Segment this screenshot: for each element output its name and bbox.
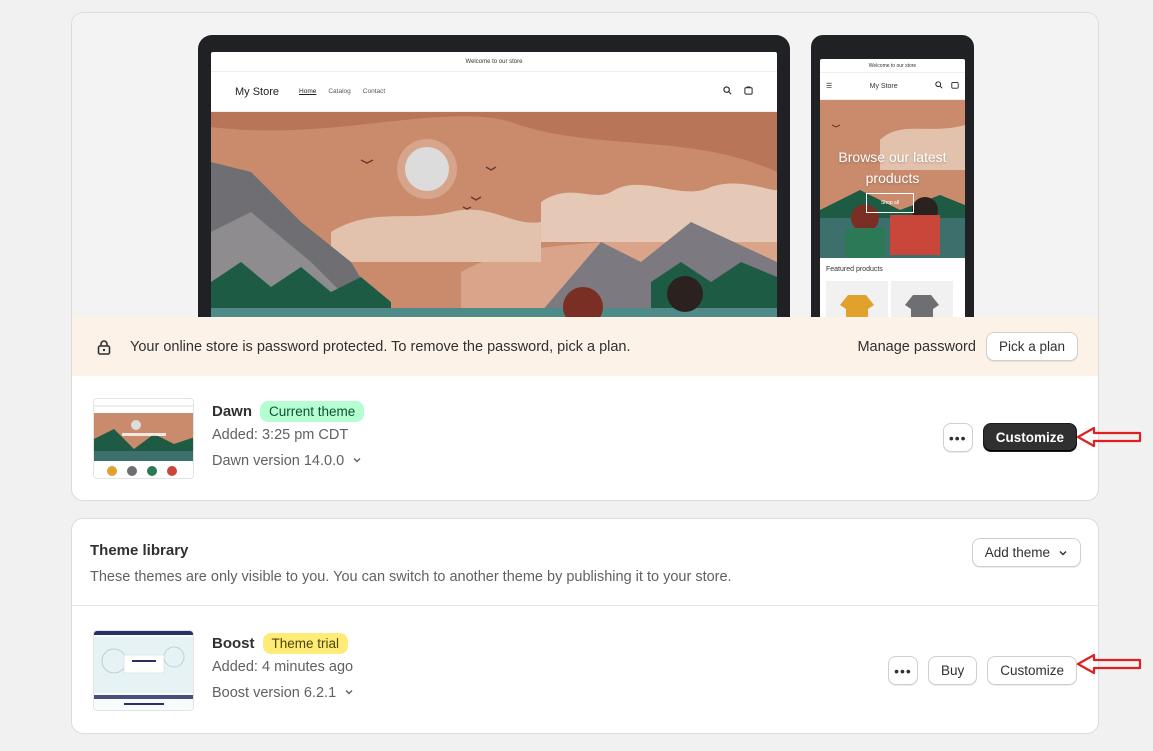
chevron-down-icon: [352, 453, 362, 469]
mobile-shop-all-button: Shop all: [866, 193, 914, 213]
product-card: [891, 281, 953, 317]
hero-illustration: [211, 112, 777, 317]
mobile-hero: Browse our latest products Shop all: [820, 100, 965, 258]
nav-contact: Contact: [362, 88, 386, 95]
red-arrow-icon: [1076, 426, 1142, 448]
password-banner: Your online store is password protected.…: [72, 317, 1098, 376]
theme-library-description: These themes are only visible to you. Yo…: [90, 569, 732, 585]
password-message: Your online store is password protected.…: [130, 338, 631, 355]
cart-icon: [744, 86, 753, 97]
theme-version-label: Boost version 6.2.1: [212, 685, 337, 701]
store-header: My Store Home Catalog Contact: [211, 72, 777, 112]
lock-icon: [96, 339, 112, 355]
nav-home: Home: [299, 88, 317, 95]
search-icon: [723, 86, 732, 97]
store-nav: Home Catalog Contact: [299, 88, 385, 95]
store-logo: My Store: [235, 85, 280, 98]
theme-library-card: Theme library These themes are only visi…: [71, 518, 1099, 734]
theme-trial-badge: Theme trial: [262, 632, 349, 654]
theme-added-time: Added: 3:25 pm CDT: [212, 427, 349, 443]
mobile-store-header: ☰ My Store: [820, 73, 965, 100]
theme-name: Boost: [212, 634, 255, 652]
theme-version-dropdown[interactable]: Dawn version 14.0.0: [212, 453, 364, 469]
red-arrow-icon: [1076, 653, 1142, 675]
pick-a-plan-button[interactable]: Pick a plan: [985, 332, 1078, 361]
mobile-search-icon: [935, 81, 943, 91]
add-theme-button[interactable]: Add theme: [971, 538, 1081, 567]
mobile-announcement-bar: Welcome to our store: [820, 59, 965, 73]
theme-preview: Welcome to our store My Store Home Catal…: [72, 13, 1098, 317]
theme-added-time: Added: 4 minutes ago: [212, 659, 354, 675]
customize-button[interactable]: Customize: [982, 423, 1077, 452]
current-theme-card: Welcome to our store My Store Home Catal…: [71, 12, 1099, 501]
customize-button[interactable]: Customize: [987, 656, 1077, 685]
more-actions-button[interactable]: •••: [887, 656, 918, 685]
product-card: [826, 281, 888, 317]
more-actions-button[interactable]: •••: [942, 423, 973, 452]
manage-password-link[interactable]: Manage password: [857, 339, 976, 355]
boost-theme-thumbnail: [93, 630, 194, 711]
current-theme-badge: Current theme: [260, 400, 365, 422]
mobile-hero-heading: Browse our latest products: [838, 149, 947, 186]
theme-library-title: Theme library: [90, 542, 189, 559]
theme-version-dropdown[interactable]: Boost version 6.2.1: [212, 685, 354, 701]
nav-catalog: Catalog: [328, 88, 351, 95]
dawn-theme-thumbnail: [93, 398, 194, 479]
library-theme-row: Boost Theme trial Added: 4 minutes ago B…: [72, 605, 1098, 733]
current-theme-row: Dawn Current theme Added: 3:25 pm CDT Da…: [72, 376, 1098, 486]
mobile-preview: Welcome to our store ☰ My Store Browse o…: [811, 35, 974, 317]
mobile-featured-title: Featured products: [826, 266, 883, 273]
announcement-bar: Welcome to our store: [211, 52, 777, 72]
buy-button[interactable]: Buy: [927, 656, 978, 685]
theme-name: Dawn: [212, 402, 253, 420]
chevron-down-icon: [344, 685, 354, 701]
add-theme-label: Add theme: [984, 545, 1050, 560]
desktop-preview: Welcome to our store My Store Home Catal…: [198, 35, 790, 317]
menu-icon: ☰: [826, 83, 833, 90]
mobile-store-logo: My Store: [869, 82, 898, 90]
chevron-down-icon: [1058, 548, 1068, 558]
mobile-cart-icon: [951, 81, 959, 91]
theme-version-label: Dawn version 14.0.0: [212, 453, 345, 469]
